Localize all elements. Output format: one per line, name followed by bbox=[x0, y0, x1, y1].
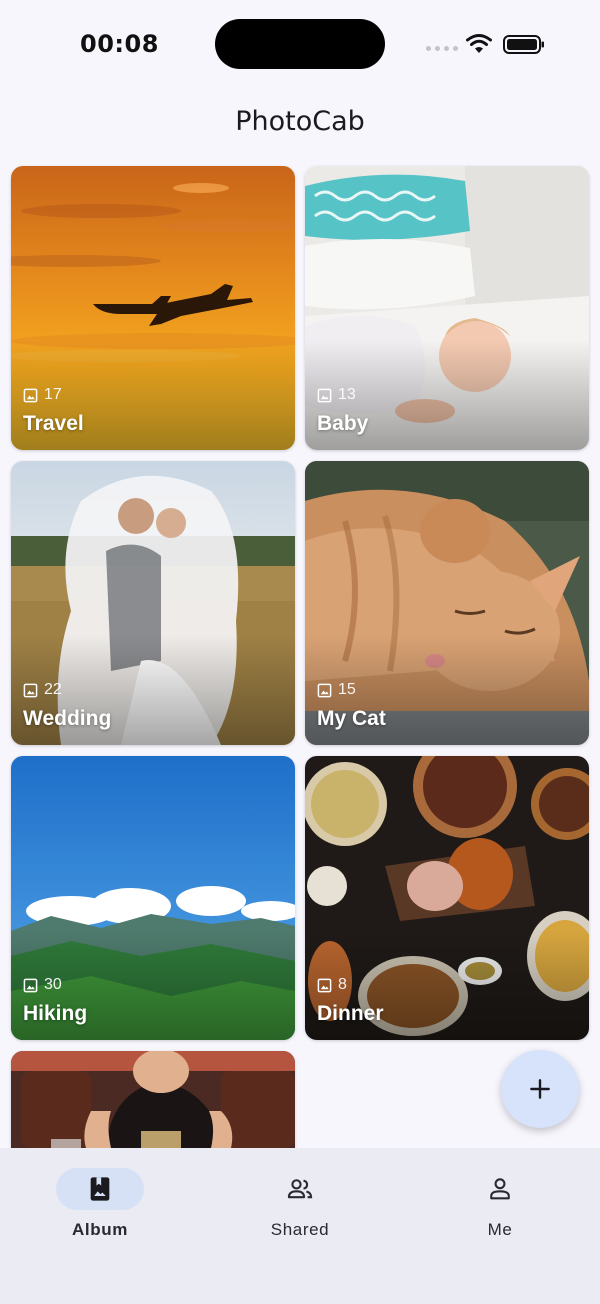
image-icon bbox=[317, 388, 332, 402]
dynamic-island bbox=[215, 19, 385, 69]
album-card-my-cat[interactable]: 15 My Cat bbox=[305, 461, 589, 745]
cellular-signal-icon bbox=[426, 46, 458, 51]
dining-photo bbox=[11, 1051, 295, 1148]
album-card-travel[interactable]: 17 Travel bbox=[11, 166, 295, 450]
photo-count-value: 30 bbox=[44, 976, 62, 993]
photo-count: 17 bbox=[23, 386, 62, 404]
nav-item-shared[interactable]: Shared bbox=[200, 1168, 400, 1258]
album-card-wedding[interactable]: 22 Wedding bbox=[11, 461, 295, 745]
image-icon bbox=[317, 978, 332, 992]
album-card-hiking[interactable]: 30 Hiking bbox=[11, 756, 295, 1040]
battery-icon bbox=[503, 35, 544, 54]
photocab-screen: 00:08 PhotoCab 17 Travel 13 Baby 22 Wedd… bbox=[0, 0, 600, 1304]
album-card-baby[interactable]: 13 Baby bbox=[305, 166, 589, 450]
album-name: Wedding bbox=[23, 707, 112, 730]
image-icon bbox=[23, 388, 38, 402]
photo-count: 30 bbox=[23, 976, 62, 994]
photo-count-value: 8 bbox=[338, 976, 347, 993]
status-bar: 00:08 bbox=[0, 0, 600, 90]
status-time: 00:08 bbox=[80, 30, 159, 58]
image-icon bbox=[23, 978, 38, 992]
photo-count-value: 22 bbox=[44, 681, 62, 698]
album-name: Hiking bbox=[23, 1002, 88, 1025]
photo-count: 15 bbox=[317, 681, 356, 699]
plus-icon bbox=[530, 1079, 550, 1099]
album-name: Baby bbox=[317, 412, 369, 435]
wifi-icon bbox=[466, 34, 492, 53]
photo-count: 22 bbox=[23, 681, 62, 699]
photo-count-value: 17 bbox=[44, 386, 62, 403]
photo-count: 8 bbox=[317, 976, 347, 994]
photo-count-value: 13 bbox=[338, 386, 356, 403]
app-title: PhotoCab bbox=[235, 106, 365, 137]
people-icon bbox=[287, 1179, 313, 1199]
nav-label: Shared bbox=[270, 1220, 330, 1239]
album-card-dinner[interactable]: 8 Dinner bbox=[305, 756, 589, 1040]
album-name: Travel bbox=[23, 412, 84, 435]
bottom-navigation: Album Shared Me bbox=[0, 1148, 600, 1304]
nav-item-album[interactable]: Album bbox=[0, 1168, 200, 1258]
album-card-partial[interactable] bbox=[11, 1051, 295, 1148]
photo-count: 13 bbox=[317, 386, 356, 404]
album-icon bbox=[90, 1177, 110, 1201]
album-name: Dinner bbox=[317, 1002, 384, 1025]
nav-item-me[interactable]: Me bbox=[400, 1168, 600, 1258]
image-icon bbox=[23, 683, 38, 697]
nav-label: Me bbox=[487, 1220, 513, 1239]
photo-count-value: 15 bbox=[338, 681, 356, 698]
nav-label: Album bbox=[72, 1220, 128, 1239]
add-album-button[interactable] bbox=[501, 1050, 579, 1128]
person-icon bbox=[490, 1178, 510, 1200]
album-name: My Cat bbox=[317, 707, 386, 730]
image-icon bbox=[317, 683, 332, 697]
